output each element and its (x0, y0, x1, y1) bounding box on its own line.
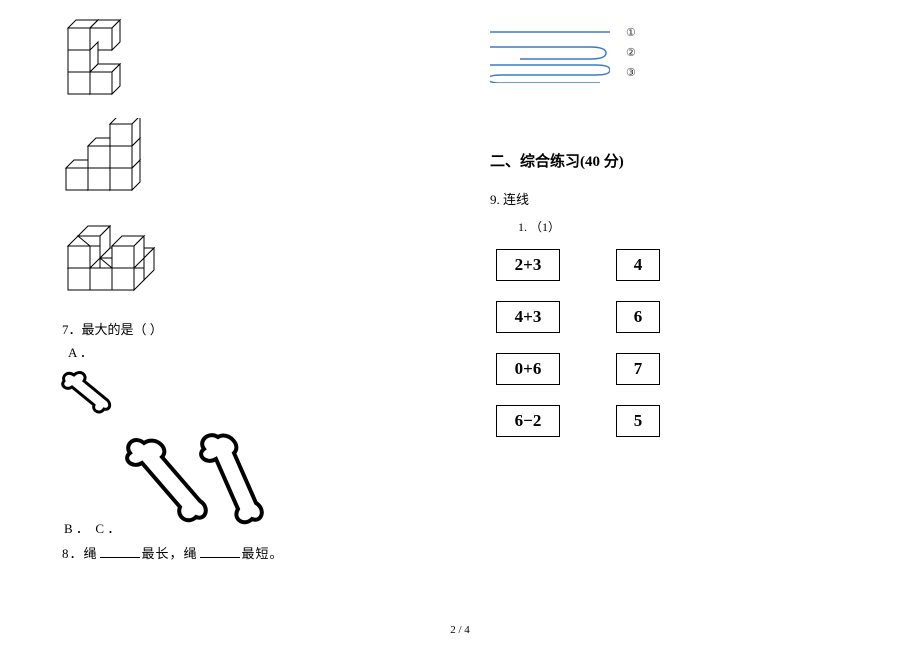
rope-num-2: ② (626, 46, 636, 59)
cubes-figure-3 (60, 216, 430, 311)
match-left-cell[interactable]: 6−2 (496, 405, 560, 437)
q9-sub: 1. （1） (518, 218, 860, 235)
cubes-3-svg (60, 216, 170, 311)
match-left-cell[interactable]: 2+3 (496, 249, 560, 281)
cubes-1-svg (60, 10, 150, 110)
rope-1-svg (490, 29, 610, 35)
match-left-cell[interactable]: 4+3 (496, 301, 560, 333)
match-col-left: 2+3 4+3 0+6 6−2 (496, 249, 560, 437)
rope-2-svg (490, 43, 610, 61)
match-right-cell[interactable]: 5 (616, 405, 660, 437)
bone-a-svg (60, 365, 116, 417)
cubes-figure-1 (60, 10, 430, 110)
match-col-right: 4 6 7 5 (616, 249, 660, 437)
section-2-heading: 二、综合练习(40 分) (490, 150, 860, 171)
match-right-cell[interactable]: 6 (616, 301, 660, 333)
bone-figure-a (60, 365, 430, 421)
cubes-2-svg (60, 118, 155, 208)
q8-suffix: 最短。 (242, 546, 284, 561)
ropes-figure: ① ② ③ (490, 10, 860, 82)
q8-text: 8．绳 最长，绳 最短。 (62, 543, 430, 562)
bone-bc-svg (124, 427, 274, 537)
q7-options-bc: B ． C ． (64, 518, 120, 537)
q7-label: 7．最大的是（ ） (62, 319, 430, 338)
match-right-cell[interactable]: 4 (616, 249, 660, 281)
rope-2-row: ② (490, 42, 860, 62)
q7-options-bc-row: B ． C ． (60, 427, 430, 537)
match-right-cell[interactable]: 7 (616, 353, 660, 385)
q8-mid: 最长，绳 (142, 546, 198, 561)
cubes-figure-2 (60, 118, 430, 208)
q8-blank-1[interactable] (100, 546, 140, 558)
q7-option-a: A ． (68, 342, 430, 361)
rope-num-1: ① (626, 26, 636, 39)
rope-3-svg (490, 61, 610, 83)
q9-label: 9. 连线 (490, 189, 860, 208)
matching-area: 2+3 4+3 0+6 6−2 4 6 7 5 (496, 249, 860, 437)
rope-3-row: ③ (490, 62, 860, 82)
left-column: 7．最大的是（ ） A ． B ． C ． 8．绳 最长，绳 最短。 (0, 0, 470, 650)
right-column: ① ② ③ 二、综合练习(40 分) 9. 连线 1. （1） 2+3 4+3 (470, 0, 920, 650)
q8-blank-2[interactable] (200, 546, 240, 558)
rope-num-3: ③ (626, 66, 636, 79)
match-left-cell[interactable]: 0+6 (496, 353, 560, 385)
page-footer: 2 / 4 (0, 624, 920, 636)
q8-prefix: 8．绳 (62, 546, 98, 561)
rope-1-row: ① (490, 22, 860, 42)
